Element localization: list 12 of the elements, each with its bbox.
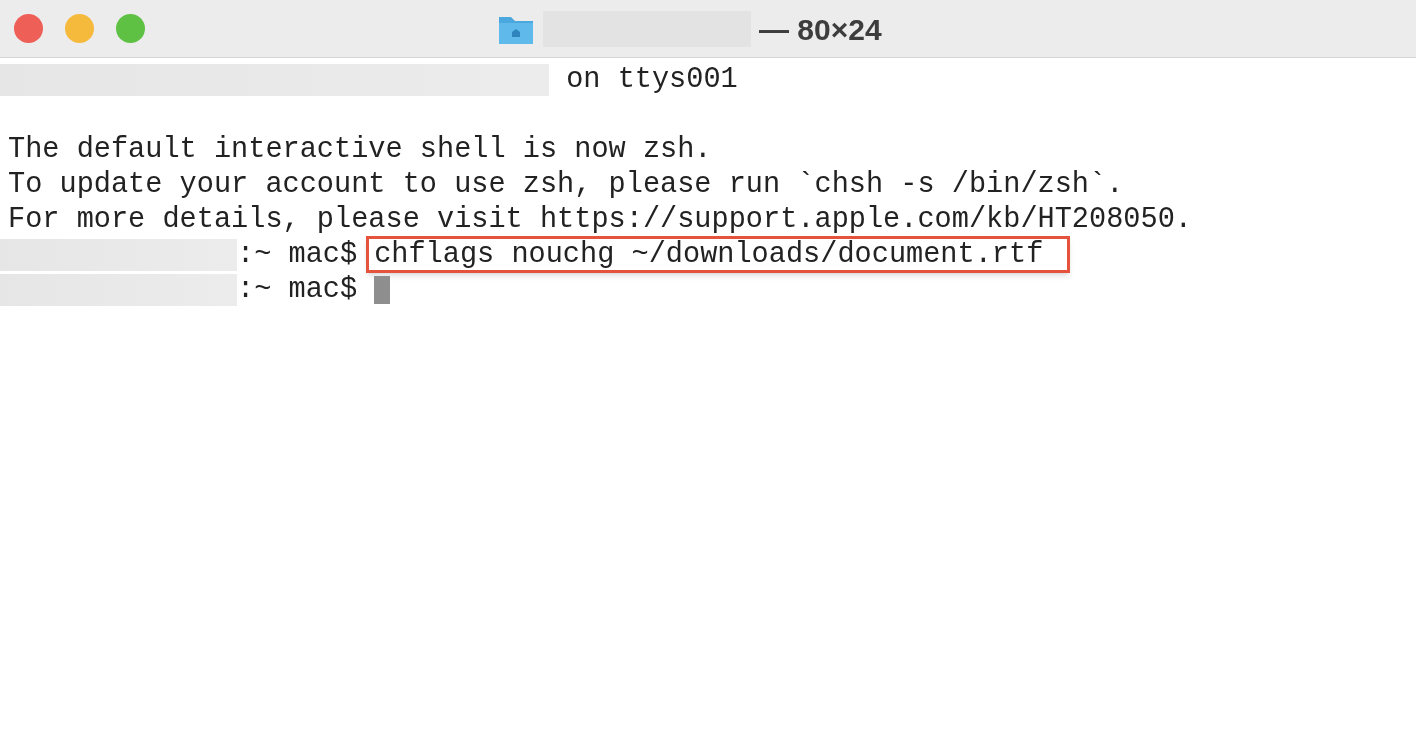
- output-line: The default interactive shell is now zsh.: [7, 132, 712, 167]
- window-title: — 80×24: [759, 11, 882, 48]
- minimize-button[interactable]: [65, 14, 94, 43]
- close-button[interactable]: [14, 14, 43, 43]
- output-line: To update your account to use zsh, please run `chsh -s /bin/zsh`.: [7, 167, 1124, 202]
- output-line: on ttys001: [565, 62, 738, 97]
- shell-prompt: :~ mac$: [237, 272, 358, 307]
- shell-prompt: :~ mac$: [237, 237, 358, 272]
- zoom-button[interactable]: [116, 14, 145, 43]
- output-line: For more details, please visit https://support.apple.com/kb/HT208050.: [7, 202, 1192, 237]
- command-text: chflags nouchg ~/downloads/document.rtf: [366, 236, 1071, 273]
- text-cursor: [374, 275, 391, 304]
